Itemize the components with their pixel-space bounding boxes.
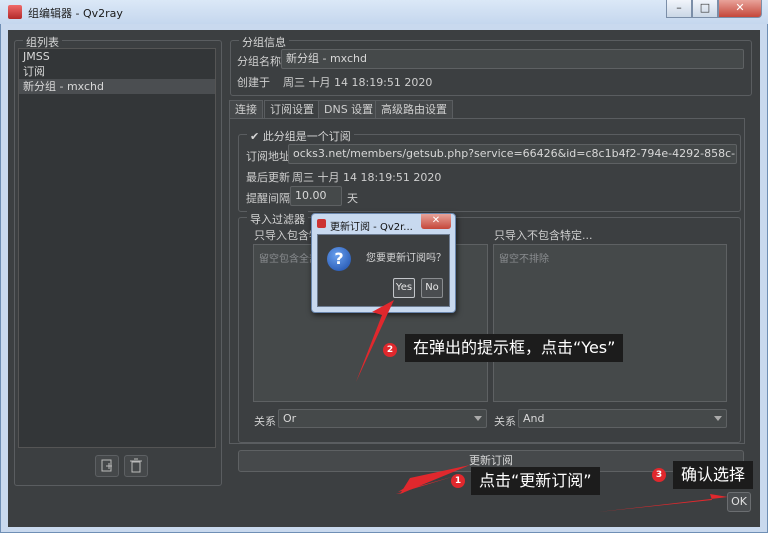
annotation-2: 在弹出的提示框，点击“Yes” (405, 334, 624, 362)
step-badge-2: 2 (383, 343, 397, 357)
step-badge-3: 3 (652, 468, 666, 482)
annotation-3: 确认选择 (673, 461, 754, 489)
arrow-to-ok-button (598, 494, 728, 512)
annotation-1: 点击“更新订阅” (471, 467, 600, 495)
annotation-arrows (356, 300, 728, 512)
step-badge-1: 1 (451, 474, 465, 488)
arrow-to-yes-button (356, 300, 394, 382)
